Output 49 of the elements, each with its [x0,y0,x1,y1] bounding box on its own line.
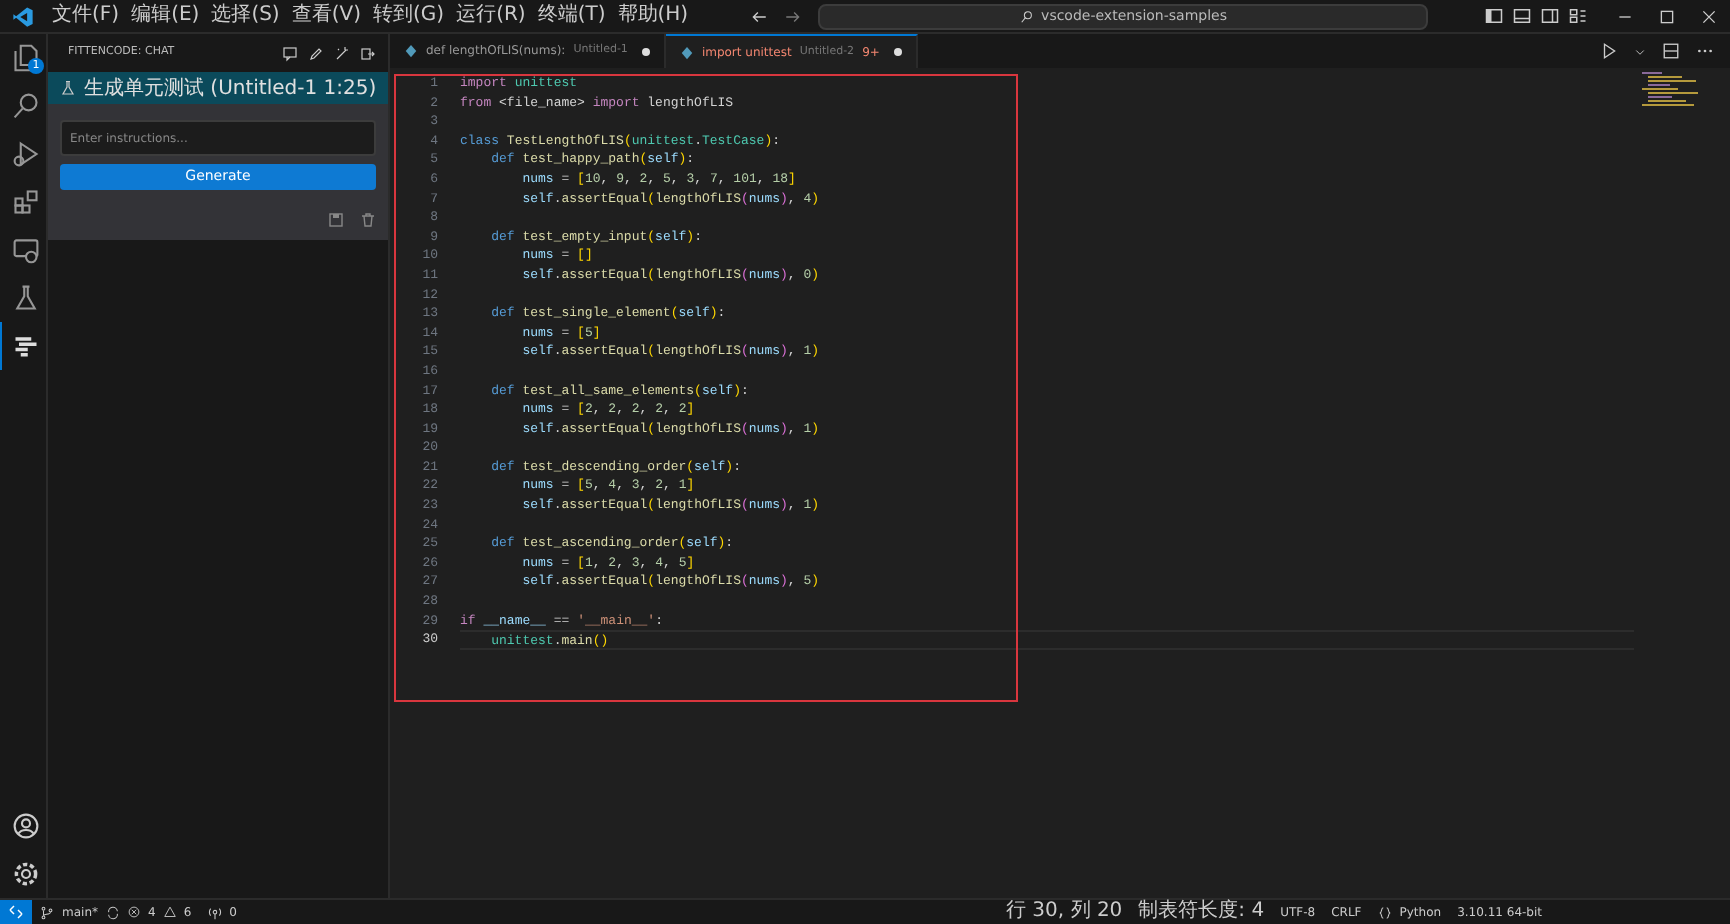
caret-icon[interactable] [1634,45,1646,57]
app-logo-icon [12,5,34,27]
antenna-icon [207,905,222,919]
search-icon [1019,9,1034,23]
braces-icon [1377,905,1392,919]
export-icon[interactable] [360,45,376,61]
menu-item[interactable]: 编辑(E) [125,0,206,32]
remote-explorer-icon[interactable] [11,236,39,264]
close-icon[interactable] [1699,7,1718,25]
panel-layout-icon[interactable] [1511,6,1532,26]
chat-icon[interactable] [282,45,298,61]
split-layout-icon[interactable] [1539,6,1560,26]
maximize-icon[interactable] [1657,7,1676,25]
save-icon[interactable] [328,212,344,228]
remote-button[interactable] [0,900,32,924]
run-icon[interactable] [1600,42,1618,60]
branch-icon [40,905,54,919]
menu-item[interactable]: 选择(S) [205,0,286,32]
sidebar-layout-icon[interactable] [1483,6,1504,26]
files-icon[interactable] [11,44,39,72]
python-file-icon [679,45,694,59]
forward-arrow-icon[interactable] [784,7,803,25]
back-arrow-icon[interactable] [750,7,769,25]
menu-item[interactable]: 终端(T) [531,0,612,32]
search-icon[interactable] [11,92,39,120]
account-icon[interactable] [11,812,39,840]
menu-item[interactable]: 文件(F) [46,0,126,32]
extensions-icon[interactable] [11,188,39,216]
customize-layout-icon[interactable] [1567,6,1588,26]
menu-item[interactable]: 运行(R) [450,0,532,32]
warning-icon [163,906,176,918]
sync-icon[interactable] [106,905,120,919]
flask-icon [60,80,76,96]
chat-icon[interactable] [11,332,39,360]
pencil-icon[interactable] [308,45,324,61]
menu-item[interactable]: 查看(V) [285,0,367,32]
split-editor-icon[interactable] [1662,42,1680,60]
python-file-icon [404,44,418,58]
wand-icon[interactable] [334,45,350,61]
settings-icon[interactable] [11,860,39,888]
flask-icon[interactable] [11,284,39,312]
status-item[interactable]: 行 30, 列 20 [998,900,1131,924]
error-icon [128,906,140,918]
menu-item[interactable]: 转到(G) [367,0,451,32]
remote-icon [8,904,24,920]
menu-item[interactable]: 帮助(H) [611,0,695,32]
run-debug-icon[interactable] [11,140,39,168]
trash-icon[interactable] [360,212,376,228]
status-item[interactable]: 制表符长度: 4 [1130,900,1273,924]
